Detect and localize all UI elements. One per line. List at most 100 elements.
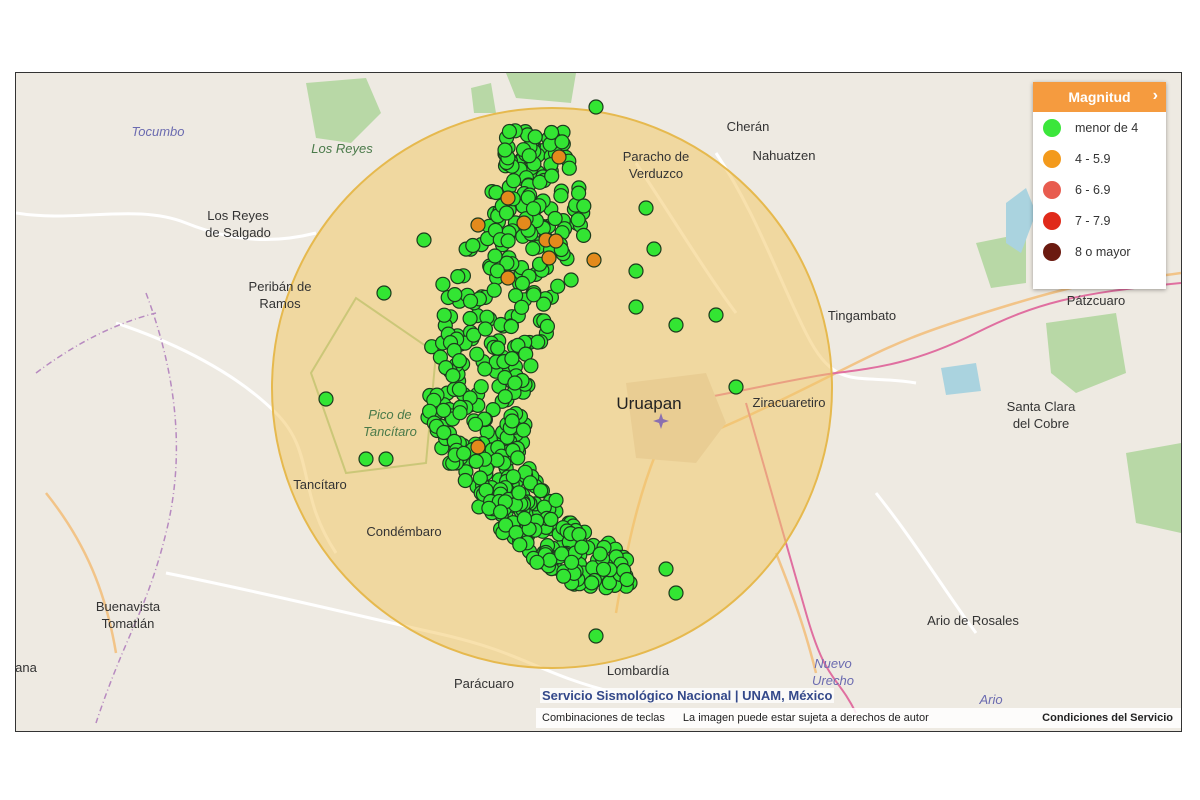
- earthquake-marker[interactable]: [469, 346, 485, 362]
- earthquake-marker[interactable]: [436, 402, 452, 418]
- earthquake-marker[interactable]: [554, 134, 570, 150]
- earthquake-marker[interactable]: [527, 129, 543, 145]
- earthquake-marker[interactable]: [501, 123, 517, 140]
- earthquake-marker[interactable]: [658, 561, 674, 577]
- earthquake-marker[interactable]: [515, 422, 532, 438]
- earthquake-marker[interactable]: [450, 269, 466, 285]
- earthquake-marker[interactable]: [457, 472, 473, 489]
- earthquake-marker[interactable]: [668, 585, 684, 601]
- earthquake-marker[interactable]: [708, 307, 724, 323]
- earthquake-marker[interactable]: [451, 353, 467, 369]
- earthquake-marker[interactable]: [539, 318, 556, 334]
- earthquake-marker[interactable]: [668, 317, 684, 333]
- earthquake-marker[interactable]: [529, 554, 545, 570]
- earthquake-marker[interactable]: [526, 287, 542, 303]
- earthquake-marker[interactable]: [477, 361, 493, 377]
- earthquake-marker[interactable]: [544, 168, 560, 184]
- earthquake-marker[interactable]: [543, 511, 559, 527]
- earthquake-marker[interactable]: [592, 546, 608, 562]
- earthquake-marker[interactable]: [570, 212, 586, 228]
- earthquake-marker[interactable]: [447, 287, 463, 303]
- earthquake-marker[interactable]: [462, 293, 479, 309]
- earthquake-marker[interactable]: [561, 160, 577, 176]
- earthquake-marker[interactable]: [628, 263, 644, 279]
- legend-swatch: [1043, 149, 1061, 168]
- earthquake-marker[interactable]: [638, 200, 654, 216]
- earthquake-marker[interactable]: [497, 389, 513, 405]
- earthquake-marker[interactable]: [548, 492, 564, 508]
- terms-link[interactable]: Condiciones del Servicio: [1042, 712, 1173, 724]
- earthquake-marker[interactable]: [506, 173, 522, 189]
- earthquake-marker[interactable]: [541, 250, 557, 266]
- earthquake-marker[interactable]: [507, 375, 523, 391]
- earthquake-marker[interactable]: [619, 571, 635, 588]
- earthquake-marker[interactable]: [473, 379, 489, 395]
- earthquake-marker[interactable]: [512, 537, 528, 553]
- earthquake-marker[interactable]: [584, 575, 600, 591]
- earthquake-marker[interactable]: [547, 210, 563, 227]
- earthquake-marker[interactable]: [533, 483, 549, 499]
- earthquake-marker[interactable]: [445, 368, 461, 384]
- earthquake-marker[interactable]: [504, 413, 520, 429]
- earthquake-marker[interactable]: [500, 270, 516, 286]
- earthquake-marker[interactable]: [416, 232, 432, 248]
- earthquake-marker[interactable]: [551, 149, 567, 165]
- earthquake-marker[interactable]: [553, 188, 569, 204]
- earthquake-marker[interactable]: [521, 148, 537, 164]
- earthquake-marker[interactable]: [514, 299, 530, 315]
- earthquake-marker[interactable]: [503, 318, 519, 335]
- earthquake-marker[interactable]: [500, 190, 516, 206]
- earthquake-marker[interactable]: [516, 215, 532, 231]
- earthquake-marker[interactable]: [576, 198, 592, 214]
- earthquake-marker[interactable]: [477, 321, 493, 337]
- earthquake-marker[interactable]: [525, 241, 541, 257]
- earthquake-marker[interactable]: [500, 233, 516, 249]
- earthquake-marker[interactable]: [595, 561, 612, 577]
- earthquake-marker[interactable]: [456, 445, 472, 461]
- earthquake-marker[interactable]: [570, 185, 587, 201]
- earthquake-marker[interactable]: [550, 278, 566, 294]
- keyboard-shortcuts-link[interactable]: Combinaciones de teclas: [542, 712, 665, 724]
- earthquake-marker[interactable]: [378, 451, 394, 467]
- earthquake-marker[interactable]: [358, 451, 374, 467]
- earthquake-marker[interactable]: [728, 379, 744, 395]
- earthquake-marker[interactable]: [436, 307, 452, 323]
- earthquake-marker[interactable]: [468, 453, 484, 469]
- earthquake-marker[interactable]: [510, 450, 526, 466]
- earthquake-marker[interactable]: [588, 628, 604, 644]
- earthquake-marker[interactable]: [467, 416, 484, 432]
- earthquake-marker[interactable]: [465, 237, 481, 254]
- earthquake-marker[interactable]: [530, 334, 546, 350]
- earthquake-marker[interactable]: [462, 310, 478, 327]
- earthquake-marker[interactable]: [487, 248, 503, 264]
- earthquake-marker[interactable]: [452, 405, 468, 421]
- earthquake-marker[interactable]: [516, 510, 532, 527]
- earthquake-marker[interactable]: [318, 391, 334, 407]
- legend-toggle-button[interactable]: Magnitud ›: [1033, 82, 1166, 112]
- earthquake-marker[interactable]: [490, 340, 506, 356]
- earthquake-marker[interactable]: [470, 439, 486, 455]
- earthquake-marker[interactable]: [504, 351, 520, 367]
- earthquake-marker[interactable]: [586, 252, 602, 268]
- earthquake-marker[interactable]: [498, 205, 515, 221]
- earthquake-marker[interactable]: [497, 142, 513, 158]
- earthquake-marker[interactable]: [493, 504, 509, 520]
- map-canvas[interactable]: Tocumbo Los Reyes Los Reyes de Salgado Perib…: [15, 72, 1182, 732]
- earthquake-marker[interactable]: [563, 272, 579, 288]
- earthquake-marker[interactable]: [575, 227, 592, 243]
- earthquake-marker[interactable]: [470, 217, 486, 233]
- earthquake-marker[interactable]: [628, 299, 644, 315]
- earthquake-marker[interactable]: [571, 527, 587, 543]
- earthquake-marker[interactable]: [563, 554, 580, 570]
- earthquake-marker[interactable]: [523, 358, 539, 374]
- earthquake-marker[interactable]: [525, 201, 542, 217]
- earthquake-marker[interactable]: [588, 99, 604, 115]
- earthquake-marker[interactable]: [555, 568, 572, 584]
- earthquake-marker[interactable]: [646, 241, 662, 257]
- earthquake-marker[interactable]: [435, 276, 451, 292]
- earthquake-marker[interactable]: [486, 282, 502, 298]
- earthquake-marker[interactable]: [511, 485, 527, 501]
- earthquake-marker[interactable]: [574, 539, 590, 555]
- earthquake-marker[interactable]: [548, 233, 564, 249]
- earthquake-marker[interactable]: [376, 285, 392, 301]
